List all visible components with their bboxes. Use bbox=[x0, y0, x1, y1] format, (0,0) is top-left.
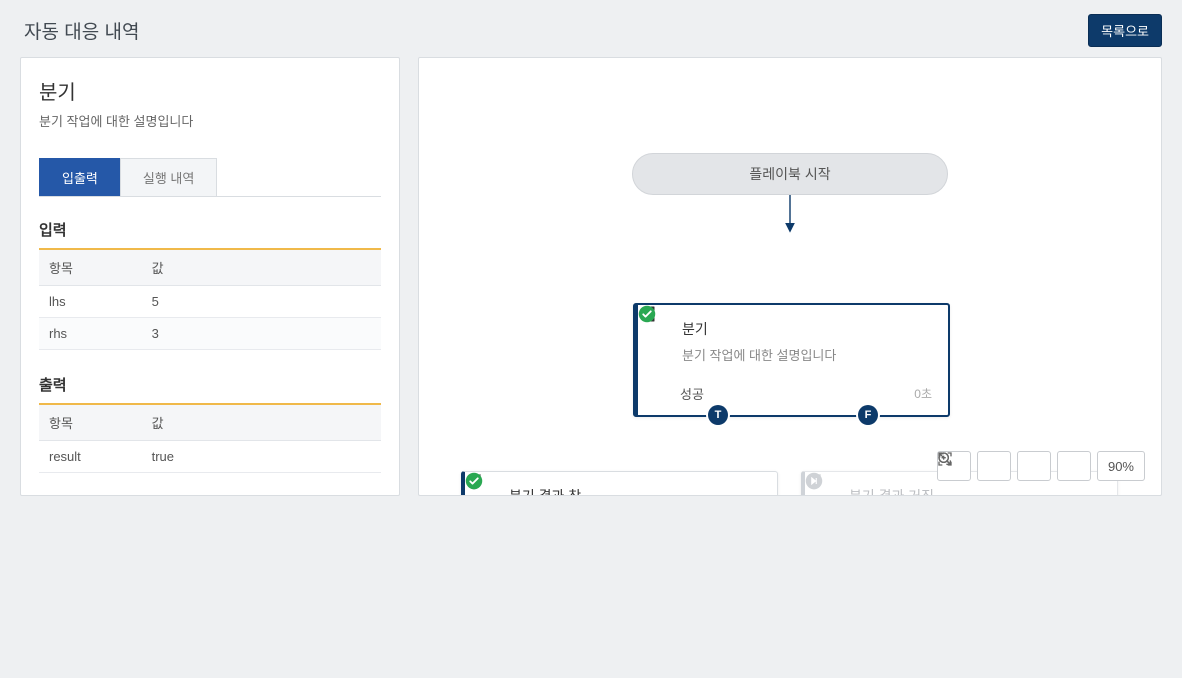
table-row: result true bbox=[39, 441, 381, 473]
input-col-item: 항목 bbox=[39, 249, 142, 286]
output-col-value: 값 bbox=[142, 404, 381, 441]
zoom-out-button[interactable] bbox=[1057, 451, 1091, 481]
task-title: 분기 bbox=[39, 76, 381, 105]
output-value: true bbox=[142, 441, 381, 473]
true-result-node[interactable]: 분기 결과 참 분기 결과 참 성공 6초 bbox=[461, 471, 778, 496]
branch-time: 0초 bbox=[914, 385, 932, 402]
input-col-value: 값 bbox=[142, 249, 381, 286]
branch-node-title: 분기 bbox=[682, 319, 708, 339]
success-icon bbox=[654, 385, 672, 403]
stopwatch-icon bbox=[821, 487, 839, 496]
output-item: result bbox=[39, 441, 142, 473]
input-item: rhs bbox=[39, 318, 142, 350]
branch-icon bbox=[654, 320, 672, 338]
branch-false-badge: F bbox=[858, 405, 878, 425]
table-row: rhs 3 bbox=[39, 318, 381, 350]
branch-true-badge: T bbox=[708, 405, 728, 425]
detail-panel: 분기 분기 작업에 대한 설명입니다 입출력 실행 내역 입력 항목 값 lhs… bbox=[20, 57, 400, 496]
branch-status-text: 성공 bbox=[680, 384, 704, 403]
tab-history[interactable]: 실행 내역 bbox=[120, 158, 217, 196]
tab-bar: 입출력 실행 내역 bbox=[39, 158, 381, 197]
false-node-title: 분기 결과 거짓 bbox=[849, 486, 934, 496]
fullscreen-button[interactable] bbox=[937, 451, 971, 481]
expand-icon bbox=[937, 451, 953, 467]
output-table: 항목 값 result true bbox=[39, 403, 381, 473]
input-table: 항목 값 lhs 5 rhs 3 bbox=[39, 248, 381, 350]
flow-canvas[interactable]: 플레이북 시작 분기 분기 작업에 bbox=[418, 57, 1162, 496]
branch-node[interactable]: 분기 분기 작업에 대한 설명입니다 성공 0초 T F bbox=[633, 303, 950, 417]
zoom-level[interactable]: 90% bbox=[1097, 451, 1145, 481]
task-description: 분기 작업에 대한 설명입니다 bbox=[39, 111, 381, 130]
flow-edges bbox=[419, 58, 1161, 495]
true-node-title: 분기 결과 참 bbox=[509, 486, 581, 496]
input-item: lhs bbox=[39, 286, 142, 318]
page-title: 자동 대응 내역 bbox=[24, 17, 139, 44]
input-heading: 입력 bbox=[39, 219, 381, 240]
playbook-start-label: 플레이북 시작 bbox=[749, 164, 830, 184]
fit-button[interactable] bbox=[977, 451, 1011, 481]
input-value: 3 bbox=[142, 318, 381, 350]
branch-node-desc: 분기 작업에 대한 설명입니다 bbox=[682, 345, 932, 364]
stopwatch-icon bbox=[481, 487, 499, 496]
input-value: 5 bbox=[142, 286, 381, 318]
tab-io[interactable]: 입출력 bbox=[39, 158, 121, 196]
output-heading: 출력 bbox=[39, 374, 381, 395]
zoom-in-button[interactable] bbox=[1017, 451, 1051, 481]
output-col-item: 항목 bbox=[39, 404, 142, 441]
playbook-start-node[interactable]: 플레이북 시작 bbox=[632, 153, 948, 195]
back-to-list-button[interactable]: 목록으로 bbox=[1088, 14, 1162, 47]
table-row: lhs 5 bbox=[39, 286, 381, 318]
canvas-toolbar: 90% bbox=[937, 451, 1145, 481]
